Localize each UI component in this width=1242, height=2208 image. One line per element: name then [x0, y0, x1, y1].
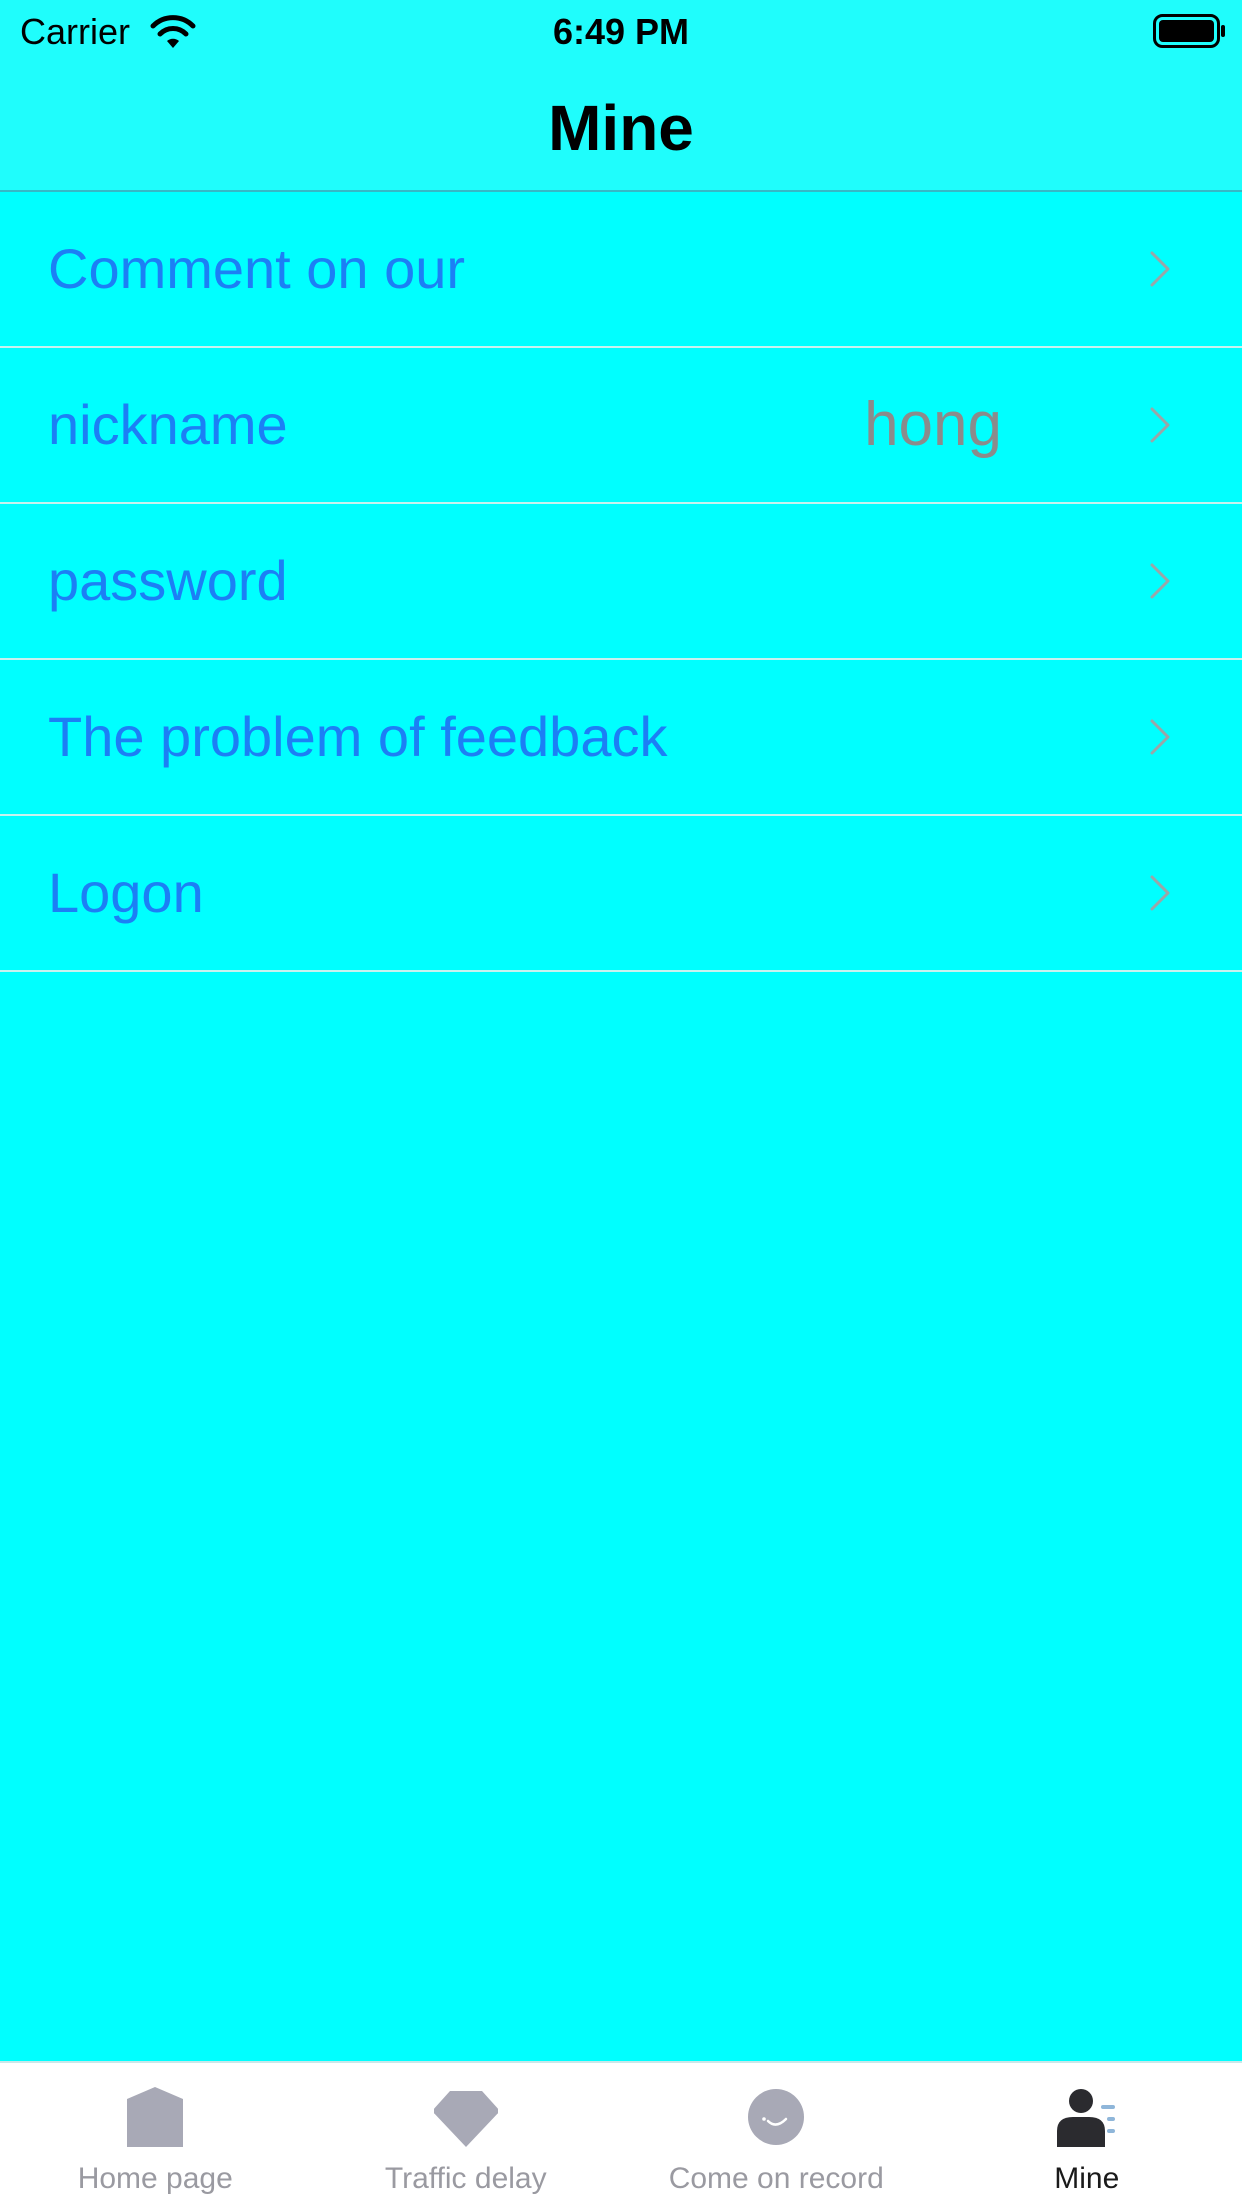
- tab-label: Traffic delay: [384, 2162, 547, 2195]
- smile-icon: [748, 2089, 805, 2145]
- row-label: password: [48, 549, 288, 612]
- row-label: nickname: [48, 393, 288, 456]
- chevron-right-icon: [1150, 251, 1170, 287]
- settings-row-comment[interactable]: Comment on our: [0, 192, 1242, 348]
- nickname-value: hong: [864, 390, 1002, 459]
- chevron-right-icon: [1150, 719, 1170, 755]
- status-time: 6:49 PM: [552, 11, 690, 52]
- tab-label: Come on record: [668, 2162, 884, 2195]
- page-title: Mine: [548, 92, 694, 164]
- settings-row-nickname[interactable]: nickname hong: [0, 348, 1242, 504]
- settings-row-password[interactable]: password: [0, 504, 1242, 660]
- tab-label: Mine: [1054, 2162, 1120, 2195]
- row-label: The problem of feedback: [48, 705, 668, 768]
- settings-row-logon[interactable]: Logon: [0, 816, 1242, 972]
- home-icon: [127, 2087, 184, 2147]
- chevron-right-icon: [1150, 407, 1170, 443]
- tab-mine[interactable]: Mine: [932, 2063, 1242, 2208]
- chevron-right-icon: [1150, 875, 1170, 911]
- tab-come-on-record[interactable]: Come on record: [621, 2063, 932, 2208]
- tab-home-page[interactable]: Home page: [0, 2063, 311, 2208]
- settings-row-feedback[interactable]: The problem of feedback: [0, 660, 1242, 816]
- chevron-right-icon: [1150, 563, 1170, 599]
- diamond-icon: [433, 2091, 498, 2147]
- navigation-header: Carrier 6:49 PM Mine: [0, 0, 1242, 192]
- tab-label: Home page: [77, 2162, 233, 2195]
- row-label: Logon: [48, 861, 204, 924]
- row-label: Comment on our: [48, 237, 466, 300]
- settings-list: Comment on our nickname hong password Th…: [0, 192, 1242, 972]
- battery-full-icon: [1153, 14, 1225, 48]
- person-icon: [1056, 2089, 1115, 2147]
- tab-traffic-delay[interactable]: Traffic delay: [311, 2063, 622, 2208]
- tab-bar: Home page Traffic delay Come on record M…: [0, 2061, 1242, 2208]
